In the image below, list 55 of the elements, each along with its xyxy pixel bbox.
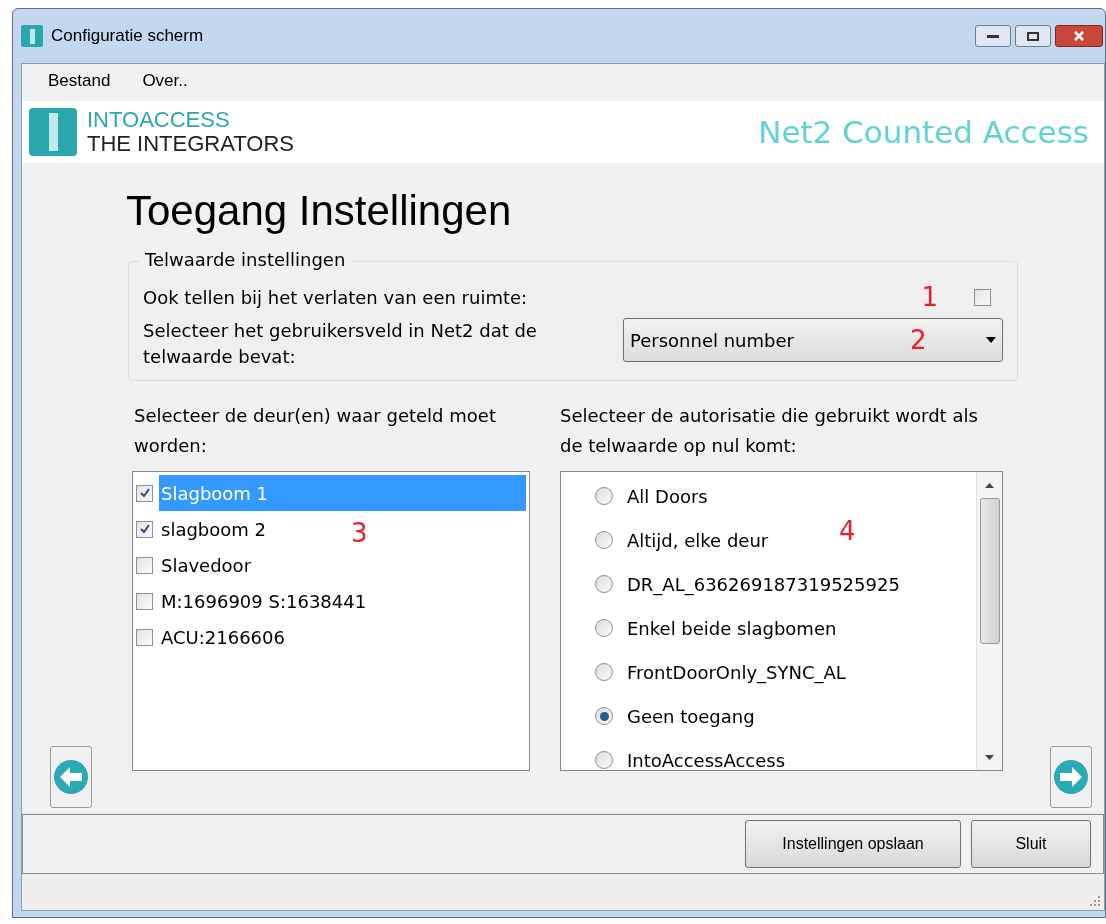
annotation-number: 2 [910,327,927,353]
caret-icon [986,337,996,343]
radio-button[interactable] [595,575,613,593]
brand-name: INTOACCESS [87,108,231,132]
list-label: Selecteer de deur(en) waar geteld moet worden: [133,404,497,458]
menu-item[interactable]: Bestand [48,68,111,94]
close-dialog-button[interactable]: Sluit [971,820,1091,868]
radio-option[interactable]: DR_AL_636269187319525925 [595,568,900,600]
list-item[interactable]: ACU:2166606 [159,619,287,655]
minimize-button[interactable] [975,25,1011,47]
annotation-number: 1 [921,284,938,310]
radio-option[interactable]: Enkel beide slagbomen [595,612,837,644]
checkbox[interactable] [136,556,153,574]
radio-option[interactable]: IntoAccessAccess [595,744,786,770]
radio-button[interactable] [595,663,613,681]
checkbox[interactable] [136,592,153,610]
forward-button[interactable] [1050,746,1092,808]
annotation-number: 3 [351,520,368,546]
close-button[interactable] [1055,25,1103,47]
scroll-up-icon[interactable] [985,482,994,488]
list-item[interactable]: M:1696909 S:1638441 [159,583,369,619]
back-button[interactable] [50,746,92,808]
radio-button[interactable] [595,707,613,725]
checkbox[interactable] [136,520,153,538]
list-item[interactable]: slagboom 2 [159,511,268,547]
close-icon [1073,30,1085,42]
menu-item[interactable]: Over.. [142,68,188,94]
checkbox[interactable] [974,288,991,306]
radio-button[interactable] [595,751,613,769]
brand-tagline: THE INTEGRATORS [87,132,294,156]
list-item[interactable]: Slavedoor [159,547,254,583]
save-button[interactable]: Instellingen opslaan [745,820,961,868]
radio-button[interactable] [595,487,613,505]
resize-grip-icon[interactable] [1089,895,1101,907]
maximize-button[interactable] [1015,25,1051,47]
scroll-down-icon[interactable] [985,754,994,760]
product-title: Net2 Counted Access [758,112,1089,152]
setting-label: Selecteer het gebruikersveld in Net2 dat de telwaarde bevat: [143,319,538,369]
window-title: Configuratie scherm [51,25,204,48]
dropdown[interactable]: Personnel number 2 [623,318,1003,362]
page-heading: Toegang Instellingen [126,186,513,236]
logo-icon [29,108,77,156]
checkbox[interactable] [136,628,153,646]
radio-option[interactable]: FrontDoorOnly_SYNC_AL [595,656,846,688]
setting-label: Ook tellen bij het verlaten van een ruimte: [143,285,528,310]
radio-option[interactable]: All Doors [595,480,708,512]
radio-button[interactable] [595,619,613,637]
radio-option[interactable]: Geen toegang [595,700,755,732]
annotation-number: 4 [839,518,856,544]
radio-option[interactable]: Altijd, elke deur [595,524,769,556]
radio-button[interactable] [595,531,613,549]
app-logo-icon [21,25,43,47]
list-label: Selecteer de autorisatie die gebruikt wordt als de telwaarde op nul komt: [560,404,979,458]
scrollbar[interactable] [976,472,1002,770]
checkbox[interactable] [136,484,153,502]
